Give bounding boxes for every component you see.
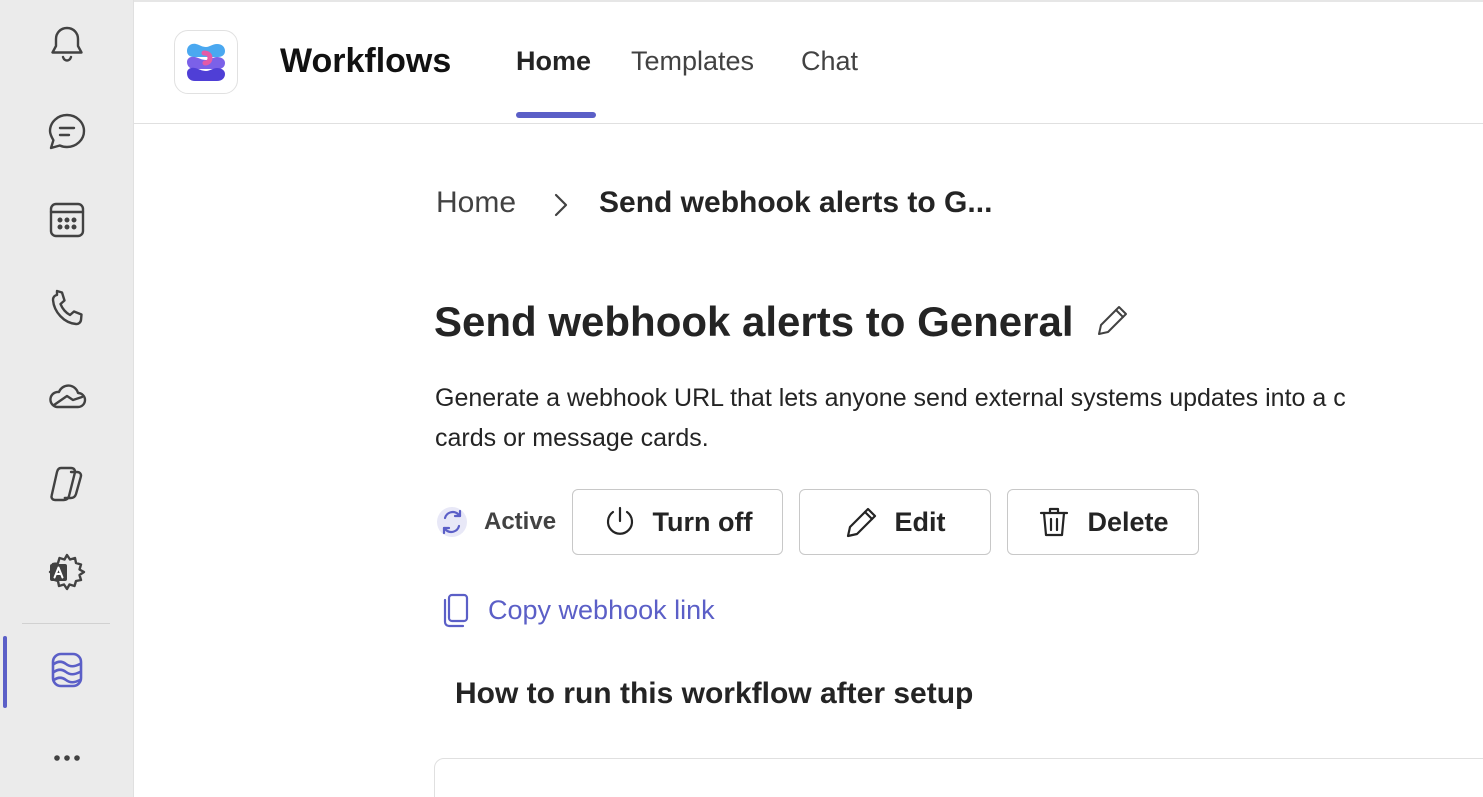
breadcrumb-current: Send webhook alerts to G... [599, 186, 993, 219]
tab-templates[interactable]: Templates [631, 46, 754, 77]
trash-icon [1040, 507, 1069, 537]
rail-chat-button[interactable] [0, 88, 134, 176]
tab-chat[interactable]: Chat [801, 46, 858, 77]
edit-label: Edit [894, 506, 946, 537]
workflows-logo-icon [187, 43, 225, 81]
rail-divider [22, 623, 110, 624]
turn-off-label: Turn off [652, 506, 753, 537]
copy-webhook-link[interactable]: Copy webhook link [440, 592, 715, 628]
rail-copilot-button[interactable] [0, 440, 134, 528]
rail-activity-button[interactable] [0, 0, 134, 88]
cloud-icon [49, 384, 87, 409]
how-to-run-card [434, 758, 1483, 797]
delete-button[interactable]: Delete [1007, 489, 1199, 555]
workflows-icon [51, 652, 83, 688]
copy-webhook-link-label: Copy webhook link [488, 594, 715, 625]
app-rail [0, 0, 134, 797]
phone-icon [51, 289, 83, 326]
calendar-icon [49, 202, 85, 238]
rail-calendar-button[interactable] [0, 176, 134, 264]
breadcrumb-home-link[interactable]: Home [436, 186, 516, 220]
copilot-icon [50, 466, 83, 502]
workflow-description: Generate a webhook URL that lets anyone … [435, 384, 1346, 452]
edit-title-icon[interactable] [1095, 302, 1131, 338]
section-heading-how-to-run: How to run this workflow after setup [455, 677, 974, 710]
app-title: Workflows [280, 42, 452, 80]
chevron-right-icon [554, 193, 568, 217]
turn-off-button[interactable]: Turn off [572, 489, 783, 555]
copy-icon [443, 593, 469, 628]
pencil-icon [846, 507, 876, 538]
edit-button[interactable]: Edit [799, 489, 991, 555]
rail-apps-button[interactable] [0, 528, 134, 616]
rail-onedrive-button[interactable] [0, 352, 134, 440]
more-icon [54, 755, 80, 761]
delete-label: Delete [1087, 506, 1169, 537]
bell-icon [51, 26, 83, 62]
rail-workflows-button[interactable] [0, 626, 134, 714]
settings-translate-icon [48, 553, 86, 591]
rail-calls-button[interactable] [0, 264, 134, 352]
sync-active-icon [437, 507, 467, 537]
page-title: Send webhook alerts to General [434, 298, 1074, 345]
active-tab-indicator [516, 112, 596, 118]
app-header: Workflows Home Templates Chat [134, 0, 1483, 124]
workflows-logo [174, 30, 238, 94]
status-label: Active [484, 508, 557, 535]
status-indicator: Active [436, 505, 556, 539]
tab-home[interactable]: Home [516, 46, 591, 77]
chat-icon [48, 113, 86, 150]
power-icon [606, 506, 633, 535]
header-top-border [134, 0, 1483, 2]
rail-more-button[interactable] [0, 714, 134, 797]
